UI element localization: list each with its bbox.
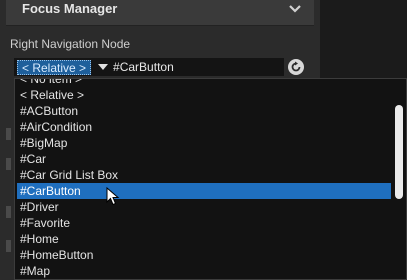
list-item[interactable]: #Map <box>17 263 391 279</box>
list-item-selected[interactable]: #CarButton <box>17 183 391 199</box>
collapsed-section-marker <box>6 128 11 140</box>
list-item[interactable]: #Car Grid List Box <box>17 167 391 183</box>
list-item[interactable]: #Car <box>17 151 391 167</box>
node-dropdown-list[interactable]: < No item > < Relative > #ACButton #AirCond… <box>14 78 407 280</box>
circular-arrow-icon <box>291 61 301 72</box>
list-item[interactable]: < Relative > <box>17 87 391 103</box>
list-item[interactable]: < No item > <box>17 79 391 87</box>
scrollbar-thumb[interactable] <box>395 105 403 199</box>
right-navigation-node-field[interactable]: < Relative > #CarButton <box>14 58 284 76</box>
section-title: Focus Manager <box>22 1 118 16</box>
collapsed-section-marker <box>6 206 11 218</box>
list-item[interactable]: #ACButton <box>17 103 391 119</box>
property-label: Right Navigation Node <box>10 37 131 51</box>
list-item[interactable]: #AirCondition <box>17 119 391 135</box>
list-item[interactable]: #Favorite <box>17 215 391 231</box>
list-item[interactable]: #Home <box>17 231 391 247</box>
collapsed-section-marker <box>6 240 11 252</box>
list-item[interactable]: #HomeButton <box>17 247 391 263</box>
list-item[interactable]: #Driver <box>17 199 391 215</box>
dropdown-arrow-icon[interactable] <box>97 62 109 72</box>
collapsed-section-marker <box>6 158 11 170</box>
navigate-button[interactable] <box>288 59 304 75</box>
field-value[interactable]: #CarButton <box>113 60 174 74</box>
chevron-down-icon[interactable] <box>288 2 302 16</box>
section-header-focus-manager[interactable]: Focus Manager <box>6 0 314 26</box>
list-item[interactable]: #BigMap <box>17 135 391 151</box>
relative-chip[interactable]: < Relative > <box>17 59 92 75</box>
mouse-cursor-icon <box>106 187 120 206</box>
